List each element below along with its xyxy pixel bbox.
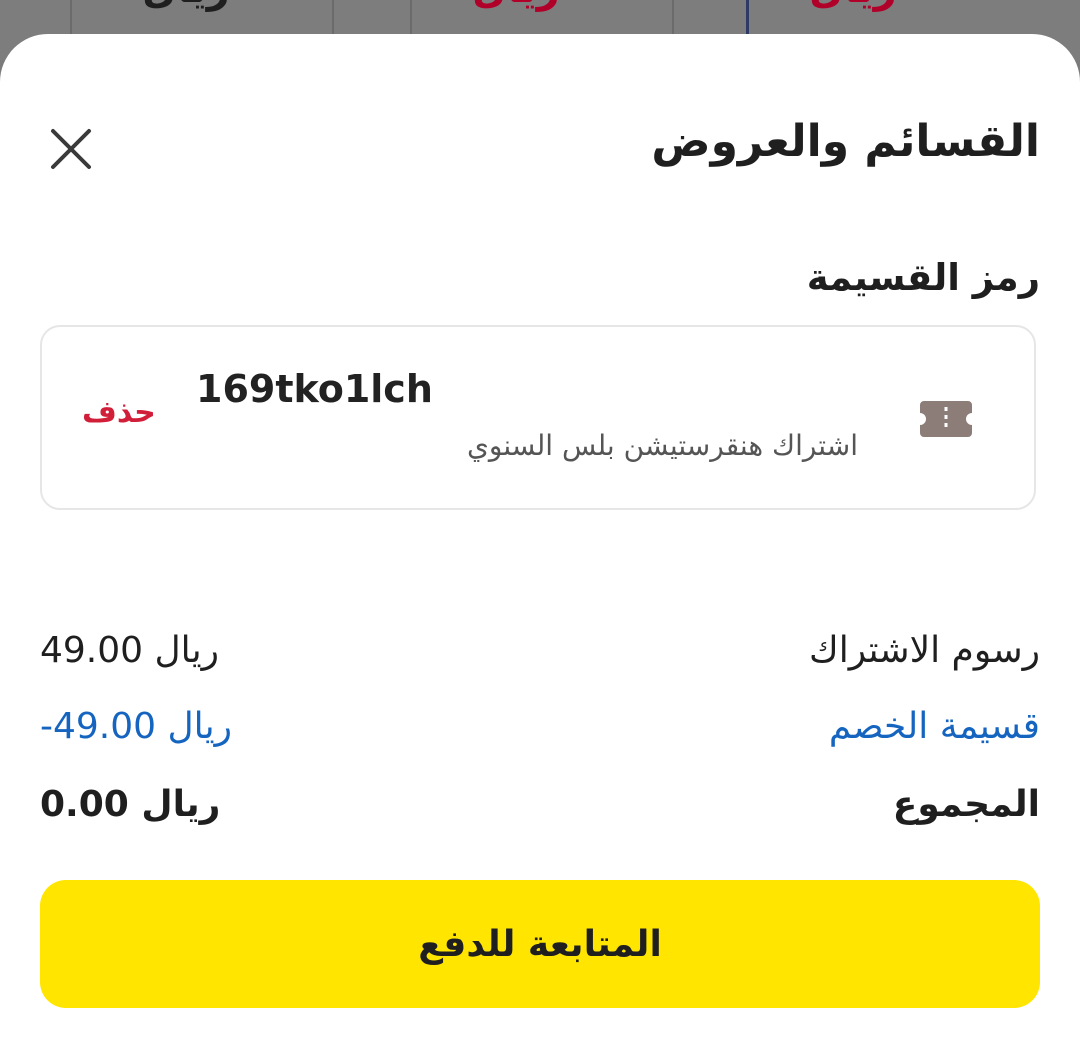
background-tab-3-text: ريال bbox=[809, 0, 897, 12]
ticket-icon bbox=[920, 401, 972, 437]
background-tab-1-text: ريال bbox=[142, 0, 230, 12]
subscription-fees-value: 49.00 ريال bbox=[40, 630, 220, 671]
subscription-fees-label: رسوم الاشتراك bbox=[809, 630, 1040, 671]
vouchers-bottom-sheet: القسائم والعروض رمز القسيمة 169tko1lch ا… bbox=[0, 34, 1080, 1049]
voucher-code: 169tko1lch bbox=[196, 367, 433, 411]
continue-to-payment-button[interactable]: المتابعة للدفع bbox=[40, 880, 1040, 1008]
close-icon bbox=[51, 129, 91, 169]
close-button[interactable] bbox=[38, 116, 104, 182]
voucher-description: اشتراك هنقرستيشن بلس السنوي bbox=[466, 429, 858, 462]
voucher-code-label: رمز القسيمة bbox=[806, 256, 1040, 299]
applied-voucher-card: 169tko1lch اشتراك هنقرستيشن بلس السنوي ح… bbox=[40, 325, 1036, 510]
sheet-title: القسائم والعروض bbox=[651, 116, 1040, 167]
background-tab-2-text: ريال bbox=[472, 0, 560, 12]
discount-voucher-value: -49.00 ريال bbox=[40, 706, 233, 747]
total-label: المجموع bbox=[892, 784, 1040, 825]
discount-voucher-label: قسيمة الخصم bbox=[828, 706, 1040, 747]
delete-voucher-button[interactable]: حذف bbox=[82, 395, 156, 430]
total-value: 0.00 ريال bbox=[40, 784, 221, 825]
